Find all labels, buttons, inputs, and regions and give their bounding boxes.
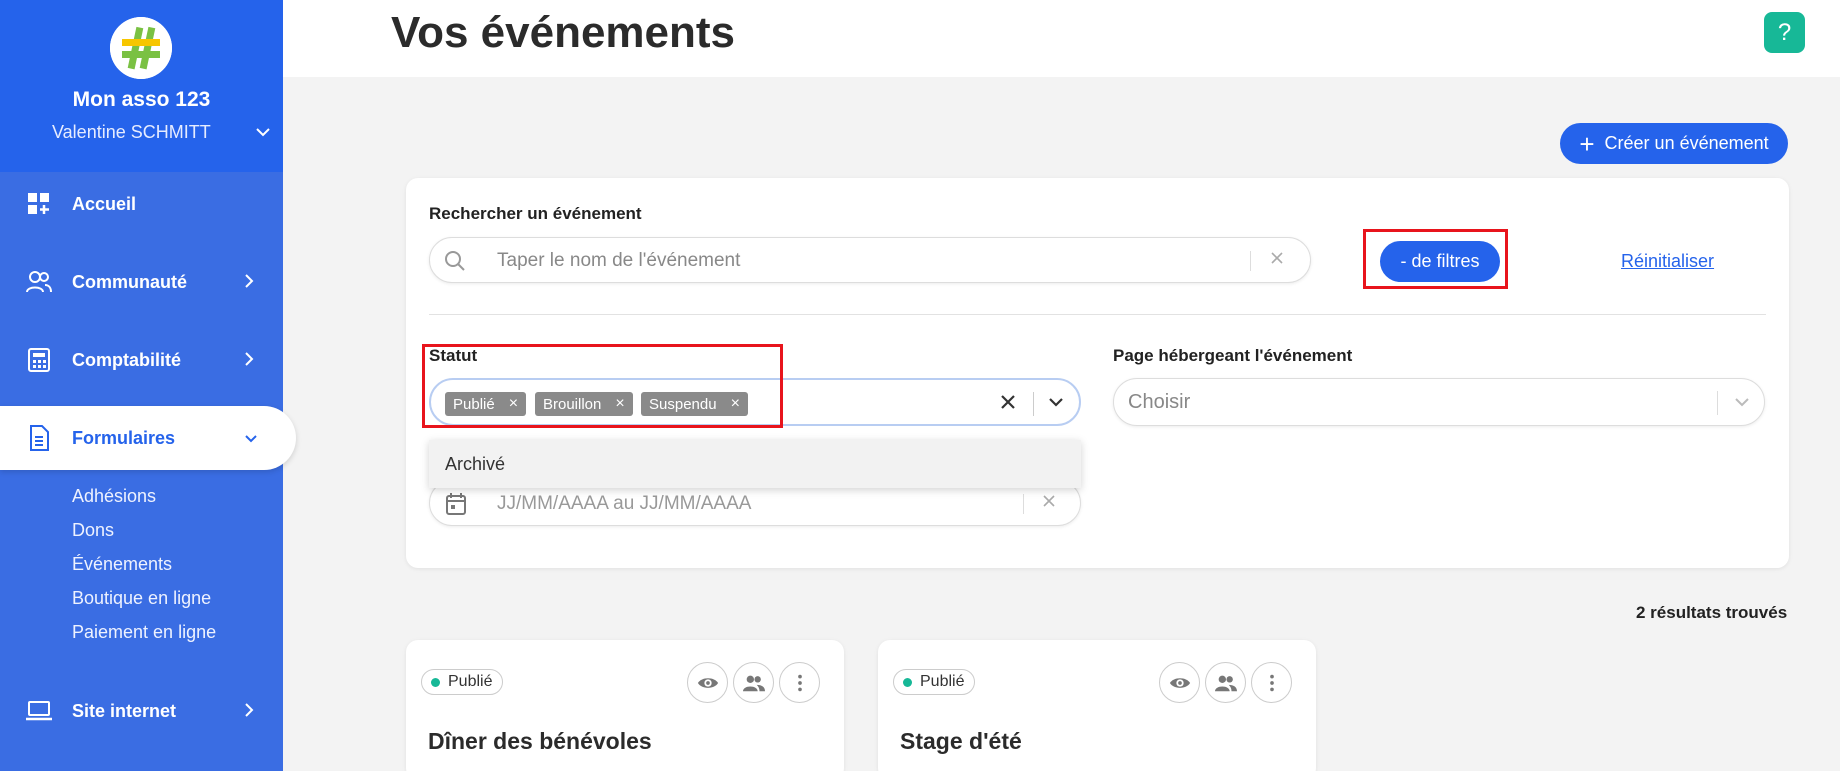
plus-icon: + [1579, 128, 1595, 159]
search-input[interactable]: Taper le nom de l'événement [429, 237, 1311, 283]
clear-icon[interactable] [1000, 390, 1016, 416]
eye-icon [1169, 677, 1190, 688]
more-vertical-icon [797, 674, 802, 691]
status-badge: Publié [893, 669, 976, 695]
users-icon [26, 269, 52, 295]
sidebar-item-comptabilite[interactable]: Comptabilité [0, 330, 283, 390]
calculator-icon [26, 347, 52, 373]
event-card[interactable]: Publié Stage d'été [878, 640, 1316, 771]
sidebar-item-accueil[interactable]: Accueil [0, 174, 283, 234]
eye-icon [697, 677, 718, 688]
create-event-button[interactable]: + Créer un événement [1560, 123, 1788, 164]
results-count: 2 résultats trouvés [1636, 603, 1788, 622]
page-label: Page hébergeant l'événement [1113, 346, 1353, 365]
page-select[interactable]: Choisir [1113, 378, 1765, 426]
status-dropdown: Archivé [429, 440, 1081, 488]
highlight-box [1363, 229, 1508, 289]
participants-button[interactable] [1205, 662, 1246, 703]
search-placeholder: Taper le nom de l'événement [497, 250, 741, 271]
sidebar: Mon asso 123 Valentine SCHMITT Accueil C… [0, 0, 296, 771]
user-name[interactable]: Valentine SCHMITT [52, 122, 211, 143]
page-title: Vos événements [391, 8, 736, 57]
sidebar-subitem-boutique[interactable]: Boutique en ligne [72, 588, 211, 609]
page-header: Vos événements [283, 0, 1840, 77]
sidebar-item-communaute[interactable]: Communauté [0, 252, 283, 312]
calendar-icon [446, 493, 466, 515]
select-separator [1033, 392, 1034, 416]
close-icon[interactable] [1270, 248, 1284, 271]
date-placeholder: JJ/MM/AAAA au JJ/MM/AAAA [497, 493, 752, 514]
event-card[interactable]: Publié Dîner des bénévoles [406, 640, 844, 771]
org-logo [110, 17, 172, 79]
chevron-right-icon [244, 350, 254, 371]
chevron-down-icon[interactable] [1731, 391, 1753, 413]
dropdown-option-archive[interactable]: Archivé [445, 454, 505, 475]
page-placeholder: Choisir [1128, 391, 1191, 413]
view-button[interactable] [687, 662, 728, 703]
org-name: Mon asso 123 [72, 88, 211, 111]
status-dot [431, 677, 440, 687]
sidebar-header: Mon asso 123 Valentine SCHMITT [0, 0, 283, 172]
divider [429, 314, 1766, 315]
users-icon [1214, 675, 1237, 691]
status-badge: Publié [421, 669, 504, 695]
users-icon [742, 675, 765, 691]
select-separator [1717, 391, 1718, 415]
sidebar-subitem-adhesions[interactable]: Adhésions [72, 486, 156, 507]
chevron-right-icon [244, 272, 254, 293]
more-button[interactable] [1251, 662, 1292, 703]
sidebar-subitem-paiement[interactable]: Paiement en ligne [72, 622, 216, 643]
sidebar-item-site-internet[interactable]: Site internet [0, 681, 283, 741]
status-label: Publié [448, 673, 493, 690]
more-vertical-icon [1269, 674, 1274, 691]
status-label: Publié [920, 673, 965, 690]
event-title: Dîner des bénévoles [428, 728, 652, 754]
sidebar-item-label: Site internet [72, 700, 177, 721]
event-title: Stage d'été [900, 728, 1022, 754]
laptop-icon [26, 698, 52, 724]
help-button[interactable]: ? [1764, 12, 1805, 53]
chevron-right-icon [244, 701, 254, 722]
sidebar-subitem-dons[interactable]: Dons [72, 520, 114, 541]
status-dot [903, 677, 912, 687]
search-label: Rechercher un événement [429, 204, 642, 223]
dashboard-icon [26, 191, 52, 217]
chevron-down-icon [244, 428, 258, 449]
document-icon [26, 425, 52, 451]
date-separator [1023, 494, 1024, 514]
participants-button[interactable] [733, 662, 774, 703]
close-icon[interactable] [1042, 491, 1056, 514]
create-event-label: Créer un événement [1604, 133, 1769, 153]
search-icon [444, 250, 466, 272]
sidebar-item-label: Comptabilité [72, 349, 182, 370]
more-button[interactable] [779, 662, 820, 703]
search-separator [1250, 251, 1251, 271]
chevron-down-icon[interactable] [1045, 391, 1067, 413]
highlight-box [422, 344, 783, 428]
sidebar-item-label: Communauté [72, 271, 188, 292]
sidebar-subitem-evenements[interactable]: Événements [72, 554, 172, 575]
sidebar-item-label: Formulaires [72, 427, 176, 448]
reset-link[interactable]: Réinitialiser [1621, 251, 1714, 272]
chevron-down-icon[interactable] [256, 124, 270, 142]
sidebar-item-label: Accueil [72, 193, 137, 214]
view-button[interactable] [1159, 662, 1200, 703]
sidebar-item-formulaires[interactable]: Formulaires [0, 406, 296, 470]
